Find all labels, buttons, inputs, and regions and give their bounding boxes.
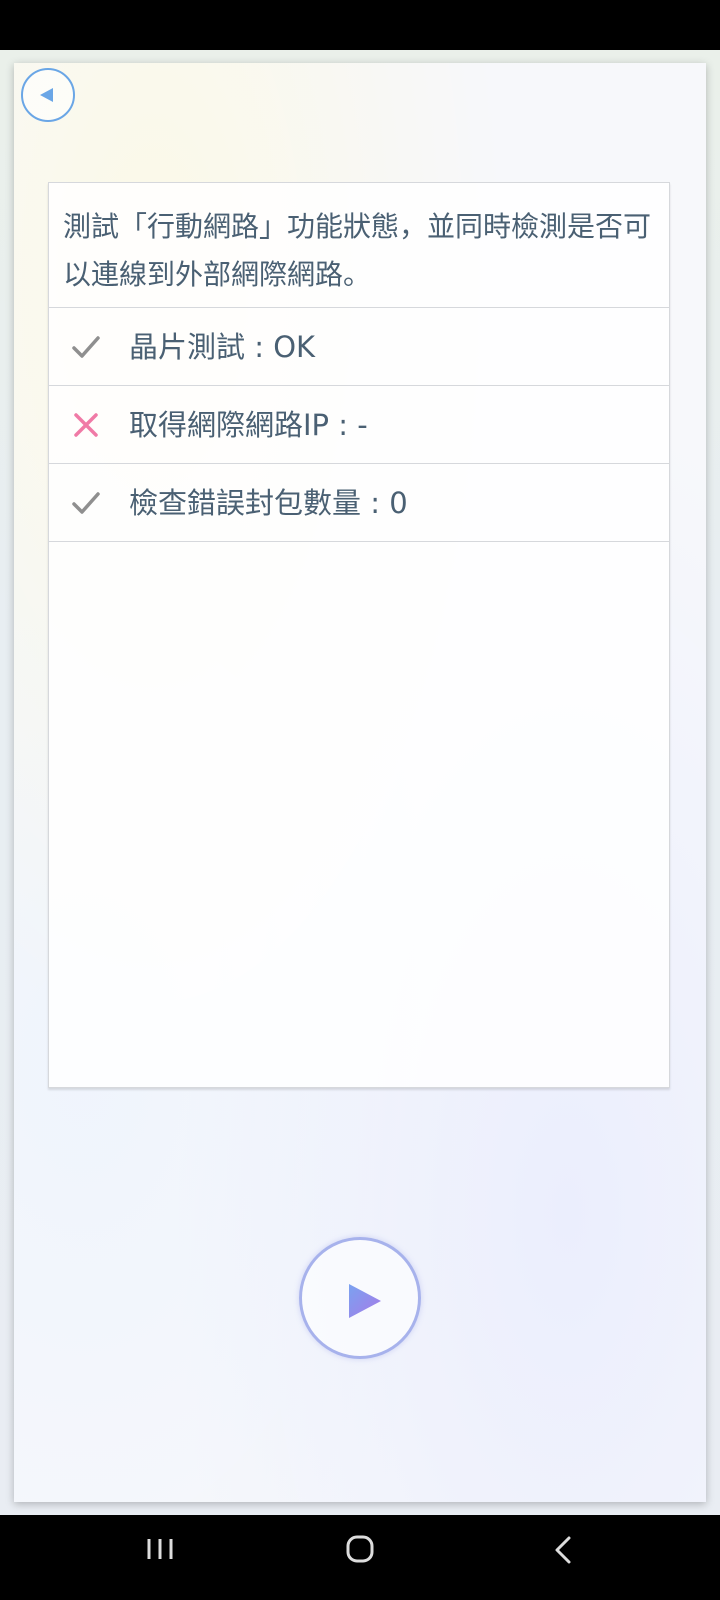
back-triangle-icon [40,88,53,102]
back-chevron-icon[interactable] [553,1535,573,1565]
test-row-label: 檢查錯誤封包數量 : 0 [129,486,408,520]
test-row-chip: 晶片測試 : OK [49,308,669,386]
navigation-bar [0,1515,720,1600]
play-icon [349,1284,381,1318]
test-row-internet-ip: 取得網際網路IP : - [49,386,669,464]
back-button[interactable] [21,68,75,122]
test-description: 測試「行動網路」功能狀態，並同時檢測是否可以連線到外部網際網路。 [49,183,669,308]
check-icon [72,336,100,358]
cross-icon [74,413,98,437]
test-row-error-packets: 檢查錯誤封包數量 : 0 [49,464,669,542]
test-row-label: 取得網際網路IP : - [129,408,368,442]
status-bar [0,0,720,50]
home-icon[interactable] [346,1535,374,1563]
check-icon [72,492,100,514]
play-button[interactable] [299,1237,421,1359]
test-card: 測試「行動網路」功能狀態，並同時檢測是否可以連線到外部網際網路。 晶片測試 : … [48,182,670,1088]
recent-apps-icon[interactable] [146,1537,174,1561]
test-row-label: 晶片測試 : OK [129,330,316,364]
